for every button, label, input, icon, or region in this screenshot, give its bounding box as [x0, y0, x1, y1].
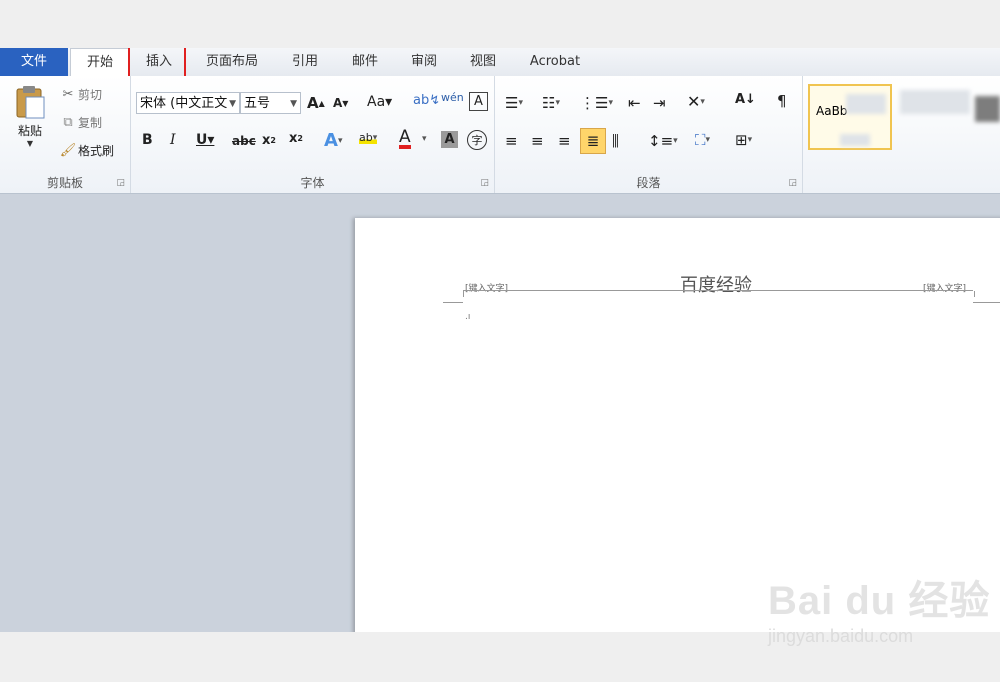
change-case-icon[interactable]: Aa▾	[367, 94, 392, 110]
copy-icon: ⧉	[63, 115, 73, 130]
clipboard-group-label: 剪贴板	[46, 176, 83, 190]
watermark-url: jingyan.baidu.com	[768, 626, 914, 646]
font-name-value: 宋体 (中文正文	[140, 96, 228, 111]
chevron-down-icon: ▼	[26, 139, 34, 148]
bullets-icon[interactable]: ☰ ▾	[505, 94, 523, 112]
document-area: [键入文字] 百度经验 [键入文字] .ı	[0, 194, 1000, 632]
header-line-left-tick	[443, 296, 463, 303]
font-group-label: 字体	[300, 176, 325, 190]
scissors-icon: ✂	[62, 87, 74, 102]
numbering-icon[interactable]: ☷ ▾	[542, 94, 560, 112]
strikethrough-icon[interactable]: abc	[232, 134, 256, 148]
group-clipboard: 粘贴 ▼ ✂ 剪切 ⧉ 复制 🖌 格式刷 剪贴板 ◲	[0, 76, 131, 193]
shrink-font-icon[interactable]: A ▼	[333, 96, 348, 110]
paragraph-group-label: 段落	[636, 176, 661, 190]
paste-label: 粘贴	[17, 124, 42, 138]
format-painter-button[interactable]: 🖌 格式刷	[58, 142, 114, 159]
chevron-down-icon: ▼	[229, 99, 236, 109]
style-preview: AaBb	[816, 104, 848, 118]
align-right-icon[interactable]: ≡	[558, 132, 571, 150]
show-marks-icon[interactable]: ¶	[777, 92, 787, 110]
tab-review[interactable]: 审阅	[401, 48, 447, 76]
cut-label: 剪切	[78, 88, 103, 102]
distributed-icon[interactable]: ⫼	[612, 132, 619, 150]
character-border-icon[interactable]: A	[469, 92, 488, 111]
bold-icon[interactable]: B	[142, 132, 153, 148]
line-spacing-icon[interactable]: ↕≡ ▾	[648, 132, 678, 150]
dialog-launcher-icon[interactable]: ◲	[480, 178, 489, 188]
enclose-characters-icon[interactable]: 字	[467, 130, 487, 150]
cut-button[interactable]: ✂ 剪切	[58, 86, 102, 103]
font-name-combo[interactable]: 宋体 (中文正文 ▼	[136, 92, 240, 114]
blurred-style-area	[900, 90, 970, 114]
paintbrush-icon: 🖌	[59, 143, 77, 158]
format-painter-label: 格式刷	[78, 144, 115, 158]
subscript-icon[interactable]: x2	[262, 133, 276, 148]
font-color-icon[interactable]: A	[399, 129, 411, 149]
style-gallery-icon[interactable]	[975, 96, 1000, 122]
blurred-style-area	[840, 134, 870, 146]
ribbon-tab-bar: 文件 开始 插入 页面布局 引用 邮件 审阅 视图 Acrobat	[0, 48, 1000, 78]
dialog-launcher-icon[interactable]: ◲	[788, 178, 797, 188]
underline-icon[interactable]: U▾	[196, 132, 214, 148]
header-line	[463, 290, 973, 291]
chevron-down-icon[interactable]: ▾	[422, 134, 427, 144]
text-effects-icon[interactable]: A ▾	[324, 130, 342, 151]
copy-button[interactable]: ⧉ 复制	[58, 114, 102, 131]
tab-insert[interactable]: 插入	[132, 48, 186, 76]
tab-file[interactable]: 文件	[0, 48, 68, 76]
shading-icon[interactable]: ⛶ ▾	[695, 131, 710, 149]
align-center-icon[interactable]: ≡	[531, 132, 544, 150]
character-shading-icon[interactable]: A	[441, 131, 458, 148]
highlight-color-icon[interactable]: ab ▾	[359, 131, 378, 144]
header-line-right-tick	[973, 296, 1000, 303]
ribbon-home: 粘贴 ▼ ✂ 剪切 ⧉ 复制 🖌 格式刷 剪贴板 ◲ 宋体 (中文正文 ▼ 五号…	[0, 76, 1000, 194]
tab-acrobat[interactable]: Acrobat	[522, 48, 588, 76]
group-font: 宋体 (中文正文 ▼ 五号 ▼ A ▲ A ▼ Aa▾ ab↯ wén A B I …	[131, 76, 495, 193]
asian-layout-icon[interactable]: ✕ ▾	[687, 92, 705, 111]
paste-button[interactable]: 粘贴 ▼	[10, 84, 50, 148]
borders-icon[interactable]: ⊞ ▾	[735, 131, 752, 149]
font-size-combo[interactable]: 五号 ▼	[240, 92, 301, 114]
watermark-logo-text: Bai du 经验	[768, 579, 991, 623]
copy-label: 复制	[78, 116, 103, 130]
clipboard-icon	[16, 86, 45, 119]
dialog-launcher-icon[interactable]: ◲	[116, 178, 125, 188]
font-size-value: 五号	[244, 96, 271, 111]
paragraph-mark: .ı	[465, 312, 471, 322]
tab-references[interactable]: 引用	[282, 48, 328, 76]
clear-formatting-icon[interactable]: ab↯	[413, 93, 440, 108]
multilevel-list-icon[interactable]: ⋮☰ ▾	[580, 94, 613, 112]
sort-icon[interactable]: A↓	[735, 92, 756, 107]
decrease-indent-icon[interactable]: ⇤	[628, 94, 641, 112]
tab-view[interactable]: 视图	[460, 48, 506, 76]
word-window: 文件 开始 插入 页面布局 引用 邮件 审阅 视图 Acrobat 粘贴 ▼ ✂	[0, 48, 1000, 632]
grow-font-icon[interactable]: A ▲	[307, 94, 325, 112]
header-line-bracket	[463, 291, 975, 297]
tab-page-layout[interactable]: 页面布局	[196, 48, 268, 76]
tab-home[interactable]: 开始	[70, 48, 130, 78]
superscript-icon[interactable]: x2	[289, 131, 303, 146]
group-paragraph: ☰ ▾ ☷ ▾ ⋮☰ ▾ ⇤ ⇥ ✕ ▾ A↓ ¶ ≡ ≡ ≡ ≣ ⫼ ↕≡ ▾ ⛶ ▾ ⊞…	[495, 76, 803, 193]
phonetic-guide-icon[interactable]: wén	[441, 91, 464, 104]
baidu-watermark: Bai du 经验 jingyan.baidu.com	[768, 568, 990, 647]
increase-indent-icon[interactable]: ⇥	[653, 94, 666, 112]
tab-mailings[interactable]: 邮件	[342, 48, 388, 76]
chevron-down-icon: ▼	[290, 99, 297, 109]
justify-icon[interactable]: ≣	[580, 128, 606, 154]
blurred-style-area	[846, 94, 886, 114]
italic-icon[interactable]: I	[170, 132, 176, 148]
align-left-icon[interactable]: ≡	[505, 132, 518, 150]
